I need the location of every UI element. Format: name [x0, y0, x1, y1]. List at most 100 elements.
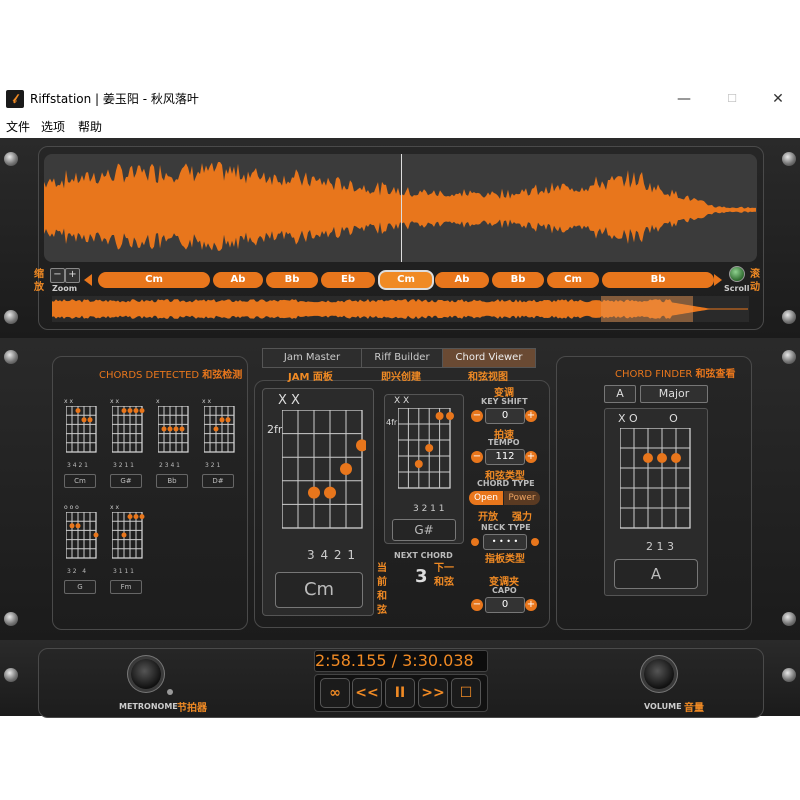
tab-chord-viewer[interactable]: Chord Viewer: [442, 348, 536, 368]
detected-chord-diagram: [66, 512, 99, 559]
finger-dot: [133, 514, 139, 520]
waveform-shape: [44, 162, 756, 251]
detected-chord-6[interactable]: x x 3 1 1 1 Fm: [106, 504, 150, 610]
finger-dot: [179, 426, 185, 432]
chord-pill[interactable]: Bb: [602, 272, 714, 288]
tempo-label: TEMPO: [488, 438, 520, 447]
pause-button[interactable]: II: [385, 678, 415, 708]
neck-type-prev-button[interactable]: [471, 538, 479, 546]
screw-icon: [4, 310, 18, 324]
finger-dot: [161, 426, 167, 432]
next-chord-countdown: 3: [415, 566, 428, 587]
finger-dot: [173, 426, 179, 432]
metronome-knob[interactable]: [131, 659, 161, 689]
tempo-plus-button[interactable]: +: [525, 451, 537, 463]
finger-dot: [127, 514, 133, 520]
chords-detected-title: CHORDS DETECTED 和弦检测: [99, 370, 243, 381]
timeline-right-arrow-icon[interactable]: [714, 274, 722, 286]
detected-chords-grid: x x 3 4 2 1 Cm x x 3 2 1 1 G# x 2 3 4 1 Bb x x 3 2…: [60, 398, 242, 624]
tab-jam-master[interactable]: Jam Master: [262, 348, 362, 368]
chord-pill[interactable]: Ab: [213, 272, 263, 288]
chord-pill[interactable]: Cm: [98, 272, 210, 288]
menu-help[interactable]: 帮助: [78, 118, 102, 135]
neck-type-next-button[interactable]: [531, 538, 539, 546]
scroll-toggle-button[interactable]: [729, 266, 745, 282]
app-logo-icon: 𝓁: [6, 90, 24, 108]
chord-finder-fingers: 2 1 3: [646, 540, 674, 553]
chord-pill[interactable]: Ab: [435, 272, 489, 288]
chord-type-open-cn: 开放: [478, 512, 498, 523]
loop-button[interactable]: ∞: [320, 678, 350, 708]
stop-button[interactable]: ☐: [451, 678, 481, 708]
finger-dot: [167, 426, 173, 432]
fretboard: [204, 406, 235, 453]
neck-type-value: • • • •: [483, 534, 527, 550]
maximize-button[interactable]: ☐: [712, 88, 752, 110]
detected-chord-1[interactable]: x x 3 4 2 1 Cm: [60, 398, 104, 504]
chord-pill[interactable]: Eb: [321, 272, 375, 288]
finger-dot: [75, 523, 81, 529]
chord-finder-quality-select[interactable]: Major: [640, 385, 708, 403]
finger-dot: [87, 417, 93, 423]
capo-minus-button[interactable]: −: [471, 599, 483, 611]
detected-chord-4[interactable]: x x 3 2 1 D#: [198, 398, 242, 504]
chord-pill-active[interactable]: Cm: [378, 270, 434, 290]
next-chord-open-strings: X X: [394, 396, 410, 406]
finger-dot: [414, 460, 423, 468]
finger-dot: [308, 486, 320, 499]
waveform-display[interactable]: [44, 154, 757, 262]
forward-button[interactable]: >>: [418, 678, 448, 708]
finger-dot: [121, 408, 127, 414]
finger-dot: [671, 453, 681, 463]
chord-finder-name: A: [614, 559, 698, 589]
chord-finder-diagram: [620, 428, 691, 529]
finger-dot: [93, 532, 99, 538]
tab-riff-builder-cn: 即兴创建: [381, 372, 421, 383]
tab-riff-builder[interactable]: Riff Builder: [361, 348, 443, 368]
chord-type-power-button[interactable]: Power: [504, 491, 540, 505]
key-shift-minus-button[interactable]: −: [471, 410, 483, 422]
chord-pill[interactable]: Bb: [266, 272, 318, 288]
detected-chord-diagram: [112, 512, 145, 559]
metronome-indicator-icon: [167, 689, 173, 695]
detected-chord-fingers: 3 4 2 1: [67, 462, 88, 469]
chord-pill[interactable]: Cm: [547, 272, 599, 288]
menu-file[interactable]: 文件: [6, 118, 30, 135]
current-chord-label-cn: 当前和弦: [377, 563, 387, 616]
capo-plus-button[interactable]: +: [525, 599, 537, 611]
detected-chord-name: Cm: [64, 474, 96, 488]
detected-chord-3[interactable]: x 2 3 4 1 Bb: [152, 398, 196, 504]
scroll-label: Scroll: [724, 284, 750, 293]
detected-chord-diagram: [158, 406, 189, 453]
volume-label: VOLUME: [644, 702, 682, 711]
detected-chord-fingers: 3 1 1 1: [113, 568, 134, 575]
overview-waveform[interactable]: [52, 296, 749, 322]
timeline-left-arrow-icon[interactable]: [84, 274, 92, 286]
key-shift-plus-button[interactable]: +: [525, 410, 537, 422]
rewind-button[interactable]: <<: [352, 678, 382, 708]
close-button[interactable]: ✕: [758, 88, 798, 110]
chord-type-open-button[interactable]: Open: [469, 491, 503, 505]
overview-viewport[interactable]: [601, 296, 693, 322]
volume-knob[interactable]: [644, 659, 674, 689]
playhead[interactable]: [401, 154, 402, 262]
menu-options[interactable]: 选项: [41, 118, 65, 135]
screw-icon: [4, 152, 18, 166]
zoom-out-button[interactable]: −: [50, 268, 65, 283]
fretboard: [112, 512, 143, 559]
detected-chord-2[interactable]: x x 3 2 1 1 G#: [106, 398, 150, 504]
finger-dot: [657, 453, 667, 463]
chord-finder-root-select[interactable]: A: [604, 385, 636, 403]
detected-chord-5[interactable]: o o o 3 2 4 G: [60, 504, 104, 610]
tempo-minus-button[interactable]: −: [471, 451, 483, 463]
screw-icon: [782, 350, 796, 364]
chord-pill[interactable]: Bb: [492, 272, 544, 288]
metronome-label: METRONOME: [119, 702, 178, 711]
detected-chord-open-strings: x x: [110, 398, 120, 405]
fretboard: [112, 406, 143, 453]
chord-type-power-cn: 强力: [512, 512, 532, 523]
minimize-button[interactable]: —: [664, 88, 704, 110]
zoom-in-button[interactable]: +: [65, 268, 80, 283]
menu-bar: 文件 选项 帮助: [0, 114, 800, 138]
finger-dot: [213, 426, 219, 432]
